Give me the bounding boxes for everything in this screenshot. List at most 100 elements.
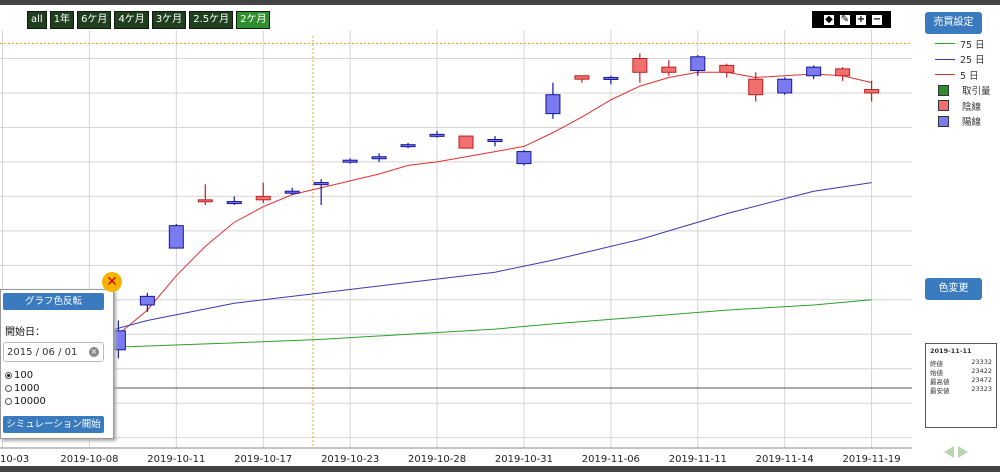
trade-settings-button[interactable]: 売買設定 — [925, 12, 982, 34]
amount-option-label: 1000 — [14, 383, 40, 394]
ma-line — [89, 182, 872, 337]
tooltip-label: 終値 — [930, 360, 943, 368]
x-tick-label: 2019-10-11 — [147, 454, 205, 465]
legend-item: 5 日 — [935, 67, 991, 83]
legend: 75 日 25 日 5 日取引量 陰線 陽線 — [935, 36, 991, 129]
eraser-icon[interactable]: ✎ — [840, 14, 850, 25]
tooltip-label: 始値 — [930, 369, 943, 377]
candles — [52, 53, 880, 359]
x-tick-label: 2019-10-31 — [495, 454, 553, 465]
range-button[interactable]: 6ケ月 — [77, 11, 112, 29]
color-change-button[interactable]: 色変更 — [925, 278, 982, 300]
x-tick-label: 2019-11-06 — [582, 454, 640, 465]
candle-body — [197, 199, 213, 203]
range-button[interactable]: 2.5ケ月 — [189, 11, 234, 29]
start-date-label: 開始日： — [5, 327, 45, 338]
candle-body — [516, 151, 532, 165]
radio-button[interactable] — [5, 372, 12, 379]
legend-swatch — [935, 43, 955, 45]
range-button[interactable]: 1年 — [49, 11, 75, 29]
legend-label: 陰線 — [962, 101, 982, 113]
amount-option-label: 10000 — [14, 396, 46, 407]
tooltip-value: 23422 — [971, 367, 992, 375]
range-button[interactable]: 4ケ月 — [114, 11, 149, 29]
tooltip-value: 23332 — [971, 358, 992, 366]
tooltip-label: 最安値 — [930, 387, 950, 395]
start-simulation-button[interactable]: シミュレーション開始 — [3, 416, 104, 433]
range-button[interactable]: 2ケ月 — [236, 11, 271, 29]
amount-option[interactable]: 1000 — [5, 383, 39, 394]
candlestick-chart: 10-03 2019-10-08 2019-10-11 2019-10-17 2019-… — [0, 30, 912, 465]
x-tick-label: 2019-10-17 — [234, 454, 292, 465]
candle — [545, 82, 561, 119]
arrow-right-icon[interactable] — [958, 446, 968, 458]
legend-item: 陰線 — [935, 98, 991, 114]
tooltip-row: 終値 23332 — [930, 358, 992, 368]
legend-label: 25 日 — [960, 55, 985, 67]
tooltip-row: 最安値 23323 — [930, 385, 992, 395]
candle — [487, 136, 503, 147]
candle-body — [284, 190, 300, 194]
candle — [226, 196, 242, 205]
candle-body — [458, 135, 474, 149]
tooltip-row: 始値 23422 — [930, 367, 992, 377]
tooltip-label: 最高値 — [930, 378, 950, 386]
legend-label: 5 日 — [960, 70, 979, 82]
candle — [835, 67, 851, 81]
tooltip-date: 2019-11-11 — [930, 347, 972, 355]
arrow-left-icon[interactable] — [944, 446, 954, 458]
x-tick-label: 2019-11-14 — [756, 454, 814, 465]
amount-option-label: 100 — [14, 370, 34, 381]
bottom-border — [0, 466, 1000, 472]
candle-body — [632, 58, 648, 73]
legend-item: 25 日 — [935, 52, 991, 68]
x-tick-label: 2019-11-11 — [669, 454, 727, 465]
start-date-input[interactable]: 2015 / 06 / 01 × — [3, 342, 104, 362]
candle-body — [342, 159, 358, 163]
range-button[interactable]: all — [27, 11, 47, 29]
candle — [284, 187, 300, 195]
candle-body — [371, 156, 387, 160]
candle-body — [835, 68, 851, 77]
candle-body — [400, 144, 416, 148]
x-axis-labels: 10-03 2019-10-08 2019-10-11 2019-10-17 2019-… — [0, 454, 901, 465]
flip-color-button[interactable]: グラフ色反転 — [3, 293, 104, 310]
amount-option[interactable]: 100 — [5, 370, 33, 381]
amount-option[interactable]: 10000 — [5, 396, 46, 407]
clear-icon[interactable]: × — [89, 347, 99, 357]
candle — [313, 179, 329, 205]
legend-label: 取引量 — [962, 86, 991, 98]
candle — [777, 77, 793, 95]
zoom-in-icon[interactable]: + — [856, 14, 866, 25]
chart-grid — [0, 30, 912, 449]
candle-body — [661, 66, 677, 73]
legend-swatch — [938, 115, 949, 127]
radio-button[interactable] — [5, 398, 12, 405]
start-date-value: 2015 / 06 / 01 — [7, 347, 78, 358]
candle — [255, 182, 271, 204]
zoom-out-icon[interactable]: − — [872, 14, 882, 25]
candle-body — [139, 295, 155, 306]
legend-swatch — [938, 84, 949, 96]
tooltip-row: 最高値 23472 — [930, 376, 992, 386]
candle — [400, 142, 416, 149]
candle — [603, 75, 619, 85]
ma-line — [89, 299, 872, 349]
candle-body — [574, 75, 590, 80]
chart-toolbar: ◆ ✎ + − — [812, 11, 891, 28]
candle — [864, 80, 880, 102]
x-tick-label: 10-03 — [0, 454, 29, 465]
legend-label: 陽線 — [962, 117, 982, 129]
radio-button[interactable] — [5, 385, 12, 392]
legend-swatch — [935, 74, 955, 76]
candle — [429, 130, 445, 138]
x-tick-label: 2019-10-08 — [60, 454, 118, 465]
tag-icon[interactable]: ◆ — [824, 14, 834, 25]
candle — [574, 75, 590, 83]
range-button[interactable]: 3ケ月 — [151, 11, 187, 29]
candle-body — [429, 133, 445, 137]
candle — [632, 53, 648, 83]
close-marker-icon[interactable]: ✕ — [102, 272, 122, 292]
candle — [458, 135, 474, 149]
candle-body — [864, 89, 880, 94]
